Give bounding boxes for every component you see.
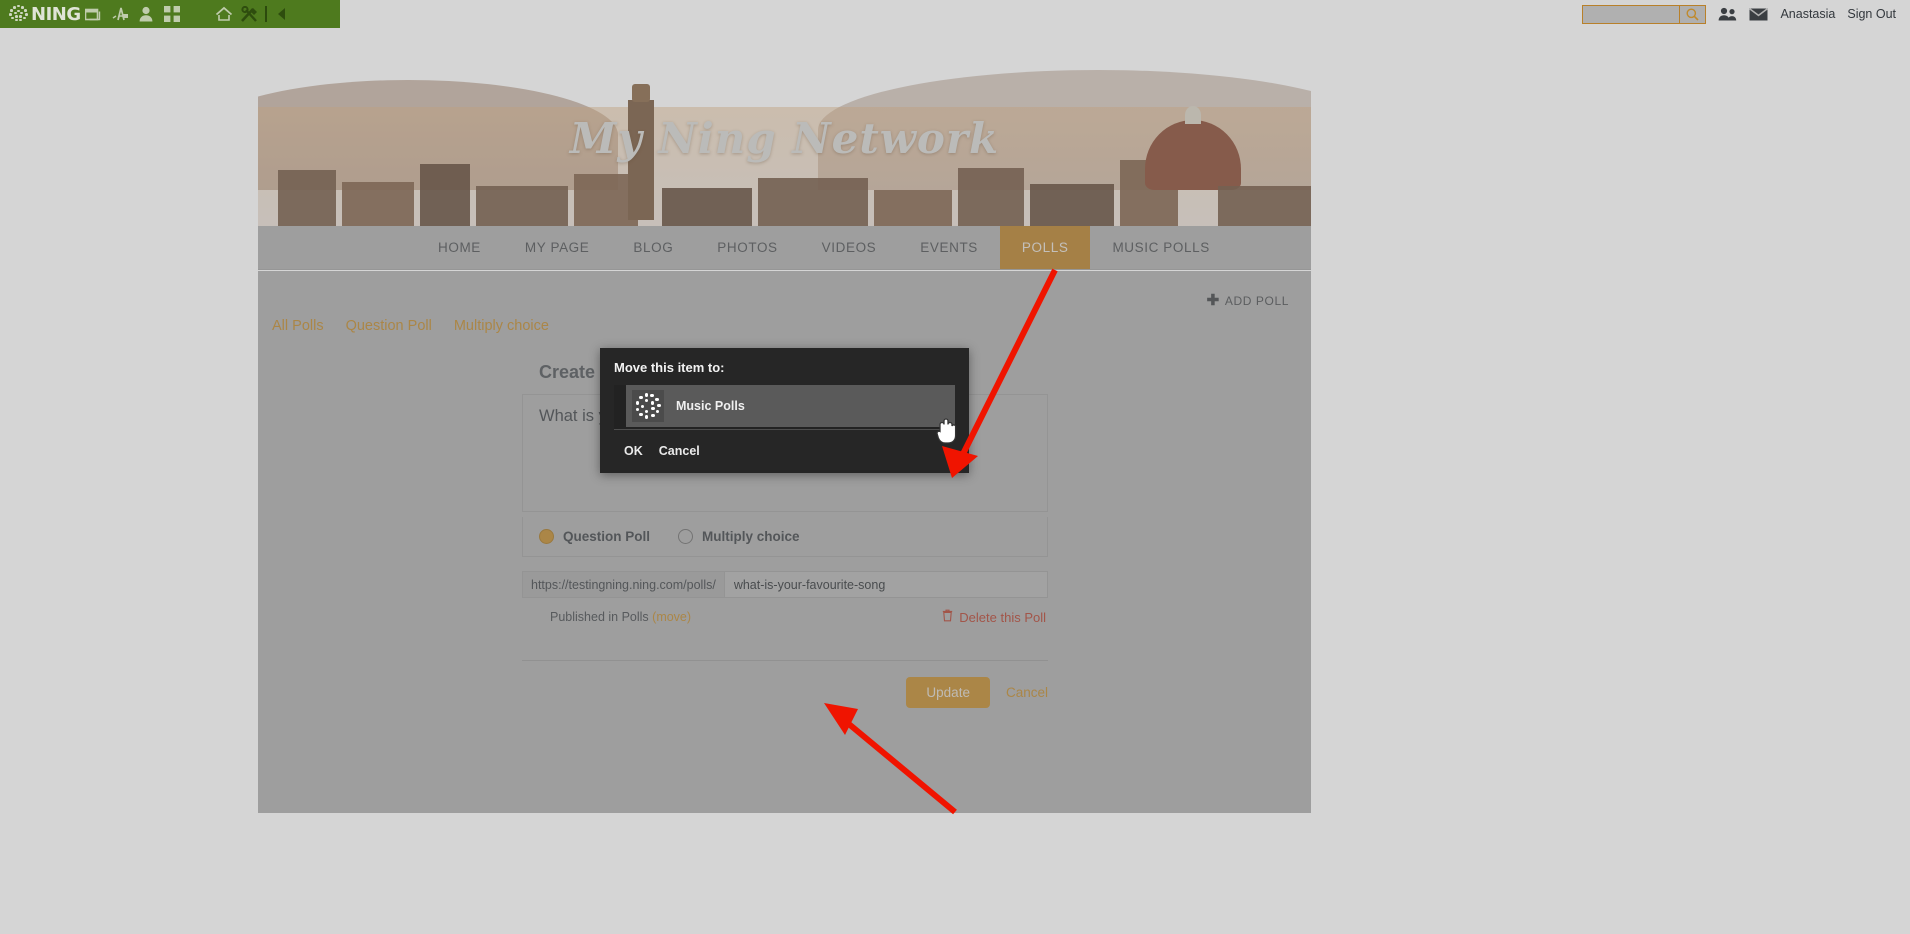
windows-icon[interactable] — [81, 0, 107, 28]
ning-logo-text: NING — [31, 3, 81, 25]
admin-bar-divider — [264, 6, 267, 22]
top-utility-bar: Anastasia Sign Out — [1582, 0, 1910, 28]
grid-icon[interactable] — [159, 0, 185, 28]
modal-destination-list[interactable]: Music Polls — [614, 385, 955, 430]
page-root: NING Anastasia Sign Out My Ning Network … — [0, 0, 1910, 934]
modal-option-music-polls[interactable]: Music Polls — [626, 385, 955, 427]
modal-title: Move this item to: — [614, 360, 725, 375]
home-icon[interactable] — [211, 0, 237, 28]
design-icon[interactable] — [107, 0, 133, 28]
sign-out-link[interactable]: Sign Out — [1847, 7, 1896, 21]
mouse-cursor — [936, 418, 957, 444]
ning-admin-bar: NING — [0, 0, 340, 28]
modal-actions: OK Cancel — [614, 444, 955, 458]
ning-dots-icon — [8, 4, 28, 24]
ning-spinner-icon — [632, 390, 664, 422]
search-input[interactable] — [1583, 5, 1680, 23]
move-item-modal: Move this item to: Music Polls OK Cancel — [600, 348, 969, 473]
user-name-link[interactable]: Anastasia — [1780, 7, 1835, 21]
collapse-left-icon[interactable] — [269, 0, 295, 28]
person-icon[interactable] — [133, 0, 159, 28]
envelope-icon[interactable] — [1749, 7, 1769, 21]
tools-icon[interactable] — [237, 0, 263, 28]
ning-logo[interactable]: NING — [0, 4, 81, 25]
search-box[interactable] — [1582, 4, 1707, 24]
friends-icon[interactable] — [1718, 7, 1737, 21]
modal-cancel-button[interactable]: Cancel — [659, 444, 700, 458]
modal-option-label: Music Polls — [676, 399, 745, 413]
search-icon[interactable] — [1679, 5, 1705, 23]
modal-ok-button[interactable]: OK — [624, 444, 643, 458]
